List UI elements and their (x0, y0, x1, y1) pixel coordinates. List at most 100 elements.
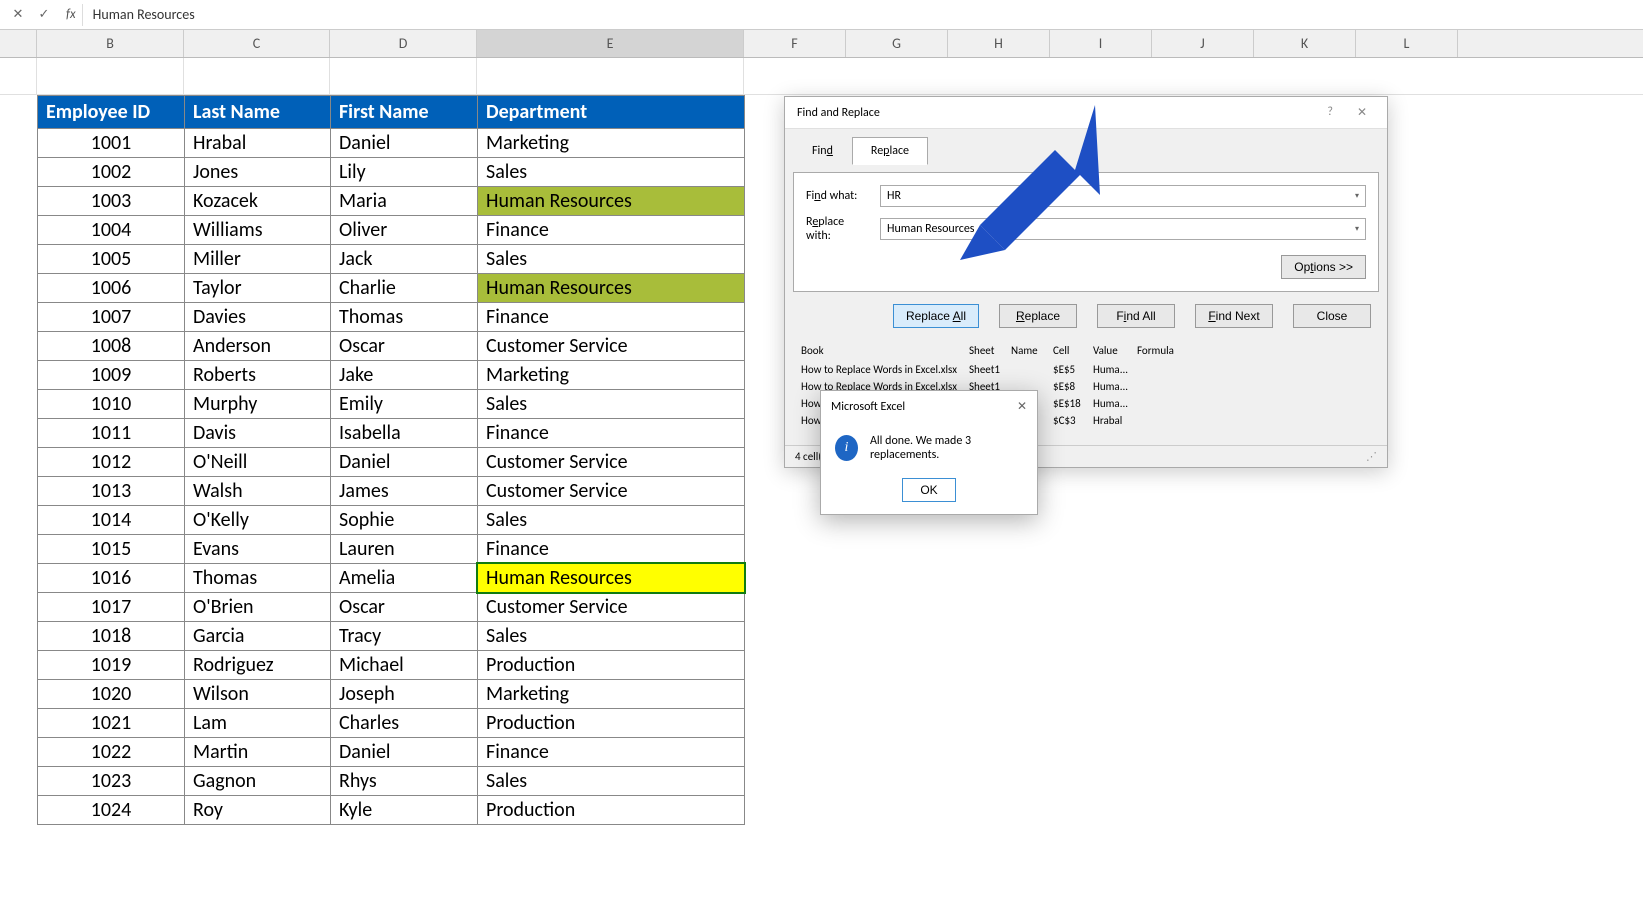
cell[interactable]: Anderson (185, 332, 331, 361)
cell[interactable]: Tracy (331, 622, 478, 651)
results-row[interactable]: How to Replace Words in Excel.xlsxSheet1… (801, 361, 1371, 378)
rh-name[interactable]: Name (1011, 344, 1053, 357)
replace-all-button[interactable]: Replace All (893, 304, 979, 328)
cell[interactable]: 1016 (38, 564, 185, 593)
cell[interactable]: Marketing (478, 680, 745, 709)
cell[interactable]: Davis (185, 419, 331, 448)
cell[interactable]: 1003 (38, 187, 185, 216)
cell[interactable]: Customer Service (478, 593, 745, 622)
cell[interactable]: Finance (478, 738, 745, 767)
cell[interactable]: Evans (185, 535, 331, 564)
replace-with-input[interactable]: Human Resources ▾ (880, 218, 1366, 240)
cell[interactable]: Murphy (185, 390, 331, 419)
resize-grip-icon[interactable]: ⋰ (1366, 450, 1377, 463)
cell[interactable]: Lauren (331, 535, 478, 564)
cell[interactable]: Human Resources (478, 564, 745, 593)
tab-replace[interactable]: Replace (852, 137, 928, 165)
cell[interactable]: Production (478, 796, 745, 825)
cell[interactable]: O'Kelly (185, 506, 331, 535)
cell[interactable]: Roberts (185, 361, 331, 390)
cell[interactable]: Jake (331, 361, 478, 390)
cell[interactable]: Williams (185, 216, 331, 245)
col-header-f[interactable]: F (744, 30, 846, 57)
col-header-j[interactable]: J (1152, 30, 1254, 57)
cell[interactable]: Thomas (331, 303, 478, 332)
cell[interactable]: 1015 (38, 535, 185, 564)
cell[interactable]: Finance (478, 303, 745, 332)
cell[interactable]: Finance (478, 535, 745, 564)
cell[interactable]: Amelia (331, 564, 478, 593)
cell[interactable]: James (331, 477, 478, 506)
cell[interactable]: Kyle (331, 796, 478, 825)
rh-sheet[interactable]: Sheet (969, 344, 1011, 357)
cell[interactable]: 1009 (38, 361, 185, 390)
cell[interactable]: Roy (185, 796, 331, 825)
cell[interactable]: Finance (478, 216, 745, 245)
cell[interactable]: Thomas (185, 564, 331, 593)
help-icon[interactable]: ? (1319, 105, 1341, 120)
cell[interactable]: Rhys (331, 767, 478, 796)
cell[interactable]: Taylor (185, 274, 331, 303)
cell[interactable]: Sales (478, 390, 745, 419)
options-button[interactable]: Options >> (1281, 255, 1366, 279)
close-button[interactable]: Close (1293, 304, 1371, 328)
worksheet-grid[interactable]: Employee ID Last Name First Name Departm… (0, 58, 1643, 95)
cell[interactable]: 1005 (38, 245, 185, 274)
cell[interactable]: 1019 (38, 651, 185, 680)
cell[interactable]: 1001 (38, 129, 185, 158)
cell[interactable]: Daniel (331, 129, 478, 158)
cell[interactable]: Human Resources (478, 187, 745, 216)
col-header-g[interactable]: G (846, 30, 948, 57)
cell[interactable]: O'Neill (185, 448, 331, 477)
cell[interactable]: Daniel (331, 448, 478, 477)
cell[interactable]: 1018 (38, 622, 185, 651)
col-header-k[interactable]: K (1254, 30, 1356, 57)
close-icon[interactable]: ✕ (1349, 105, 1375, 120)
cell[interactable]: 1021 (38, 709, 185, 738)
cell[interactable]: Marketing (478, 129, 745, 158)
cell[interactable]: Daniel (331, 738, 478, 767)
cell[interactable]: 1006 (38, 274, 185, 303)
cell[interactable]: O'Brien (185, 593, 331, 622)
th-employee-id[interactable]: Employee ID (38, 96, 185, 129)
chevron-down-icon[interactable]: ▾ (1355, 224, 1359, 234)
cell[interactable]: Walsh (185, 477, 331, 506)
cell[interactable]: 1007 (38, 303, 185, 332)
formula-input[interactable]: Human Resources (83, 6, 1643, 23)
cell[interactable]: Hrabal (185, 129, 331, 158)
cell[interactable]: Sales (478, 622, 745, 651)
cell[interactable]: Michael (331, 651, 478, 680)
rh-book[interactable]: Book (801, 344, 969, 357)
th-department[interactable]: Department (478, 96, 745, 129)
cell[interactable]: Oscar (331, 593, 478, 622)
cell[interactable]: 1008 (38, 332, 185, 361)
th-last-name[interactable]: Last Name (185, 96, 331, 129)
dialog-titlebar[interactable]: Find and Replace ? ✕ (785, 97, 1387, 129)
cell[interactable]: Davies (185, 303, 331, 332)
cell[interactable]: Kozacek (185, 187, 331, 216)
ok-button[interactable]: OK (902, 478, 956, 502)
cell[interactable]: Miller (185, 245, 331, 274)
cell[interactable]: Lam (185, 709, 331, 738)
close-icon[interactable]: ✕ (1017, 399, 1027, 414)
col-header-e[interactable]: E (477, 30, 744, 57)
find-what-input[interactable]: HR ▾ (880, 185, 1366, 207)
cell[interactable]: Customer Service (478, 477, 745, 506)
cell[interactable]: Sales (478, 506, 745, 535)
cell[interactable]: Jones (185, 158, 331, 187)
cell[interactable]: Isabella (331, 419, 478, 448)
th-first-name[interactable]: First Name (331, 96, 478, 129)
cell[interactable]: Oscar (331, 332, 478, 361)
cell[interactable]: 1023 (38, 767, 185, 796)
cell[interactable]: Finance (478, 419, 745, 448)
cell[interactable]: Sophie (331, 506, 478, 535)
rh-formula[interactable]: Formula (1137, 344, 1197, 357)
col-header-c[interactable]: C (184, 30, 330, 57)
cell[interactable]: 1020 (38, 680, 185, 709)
select-all-corner[interactable] (0, 30, 37, 57)
cell[interactable]: 1017 (38, 593, 185, 622)
cell[interactable]: Marketing (478, 361, 745, 390)
cell[interactable]: Sales (478, 158, 745, 187)
cell[interactable]: Joseph (331, 680, 478, 709)
cell[interactable]: Oliver (331, 216, 478, 245)
